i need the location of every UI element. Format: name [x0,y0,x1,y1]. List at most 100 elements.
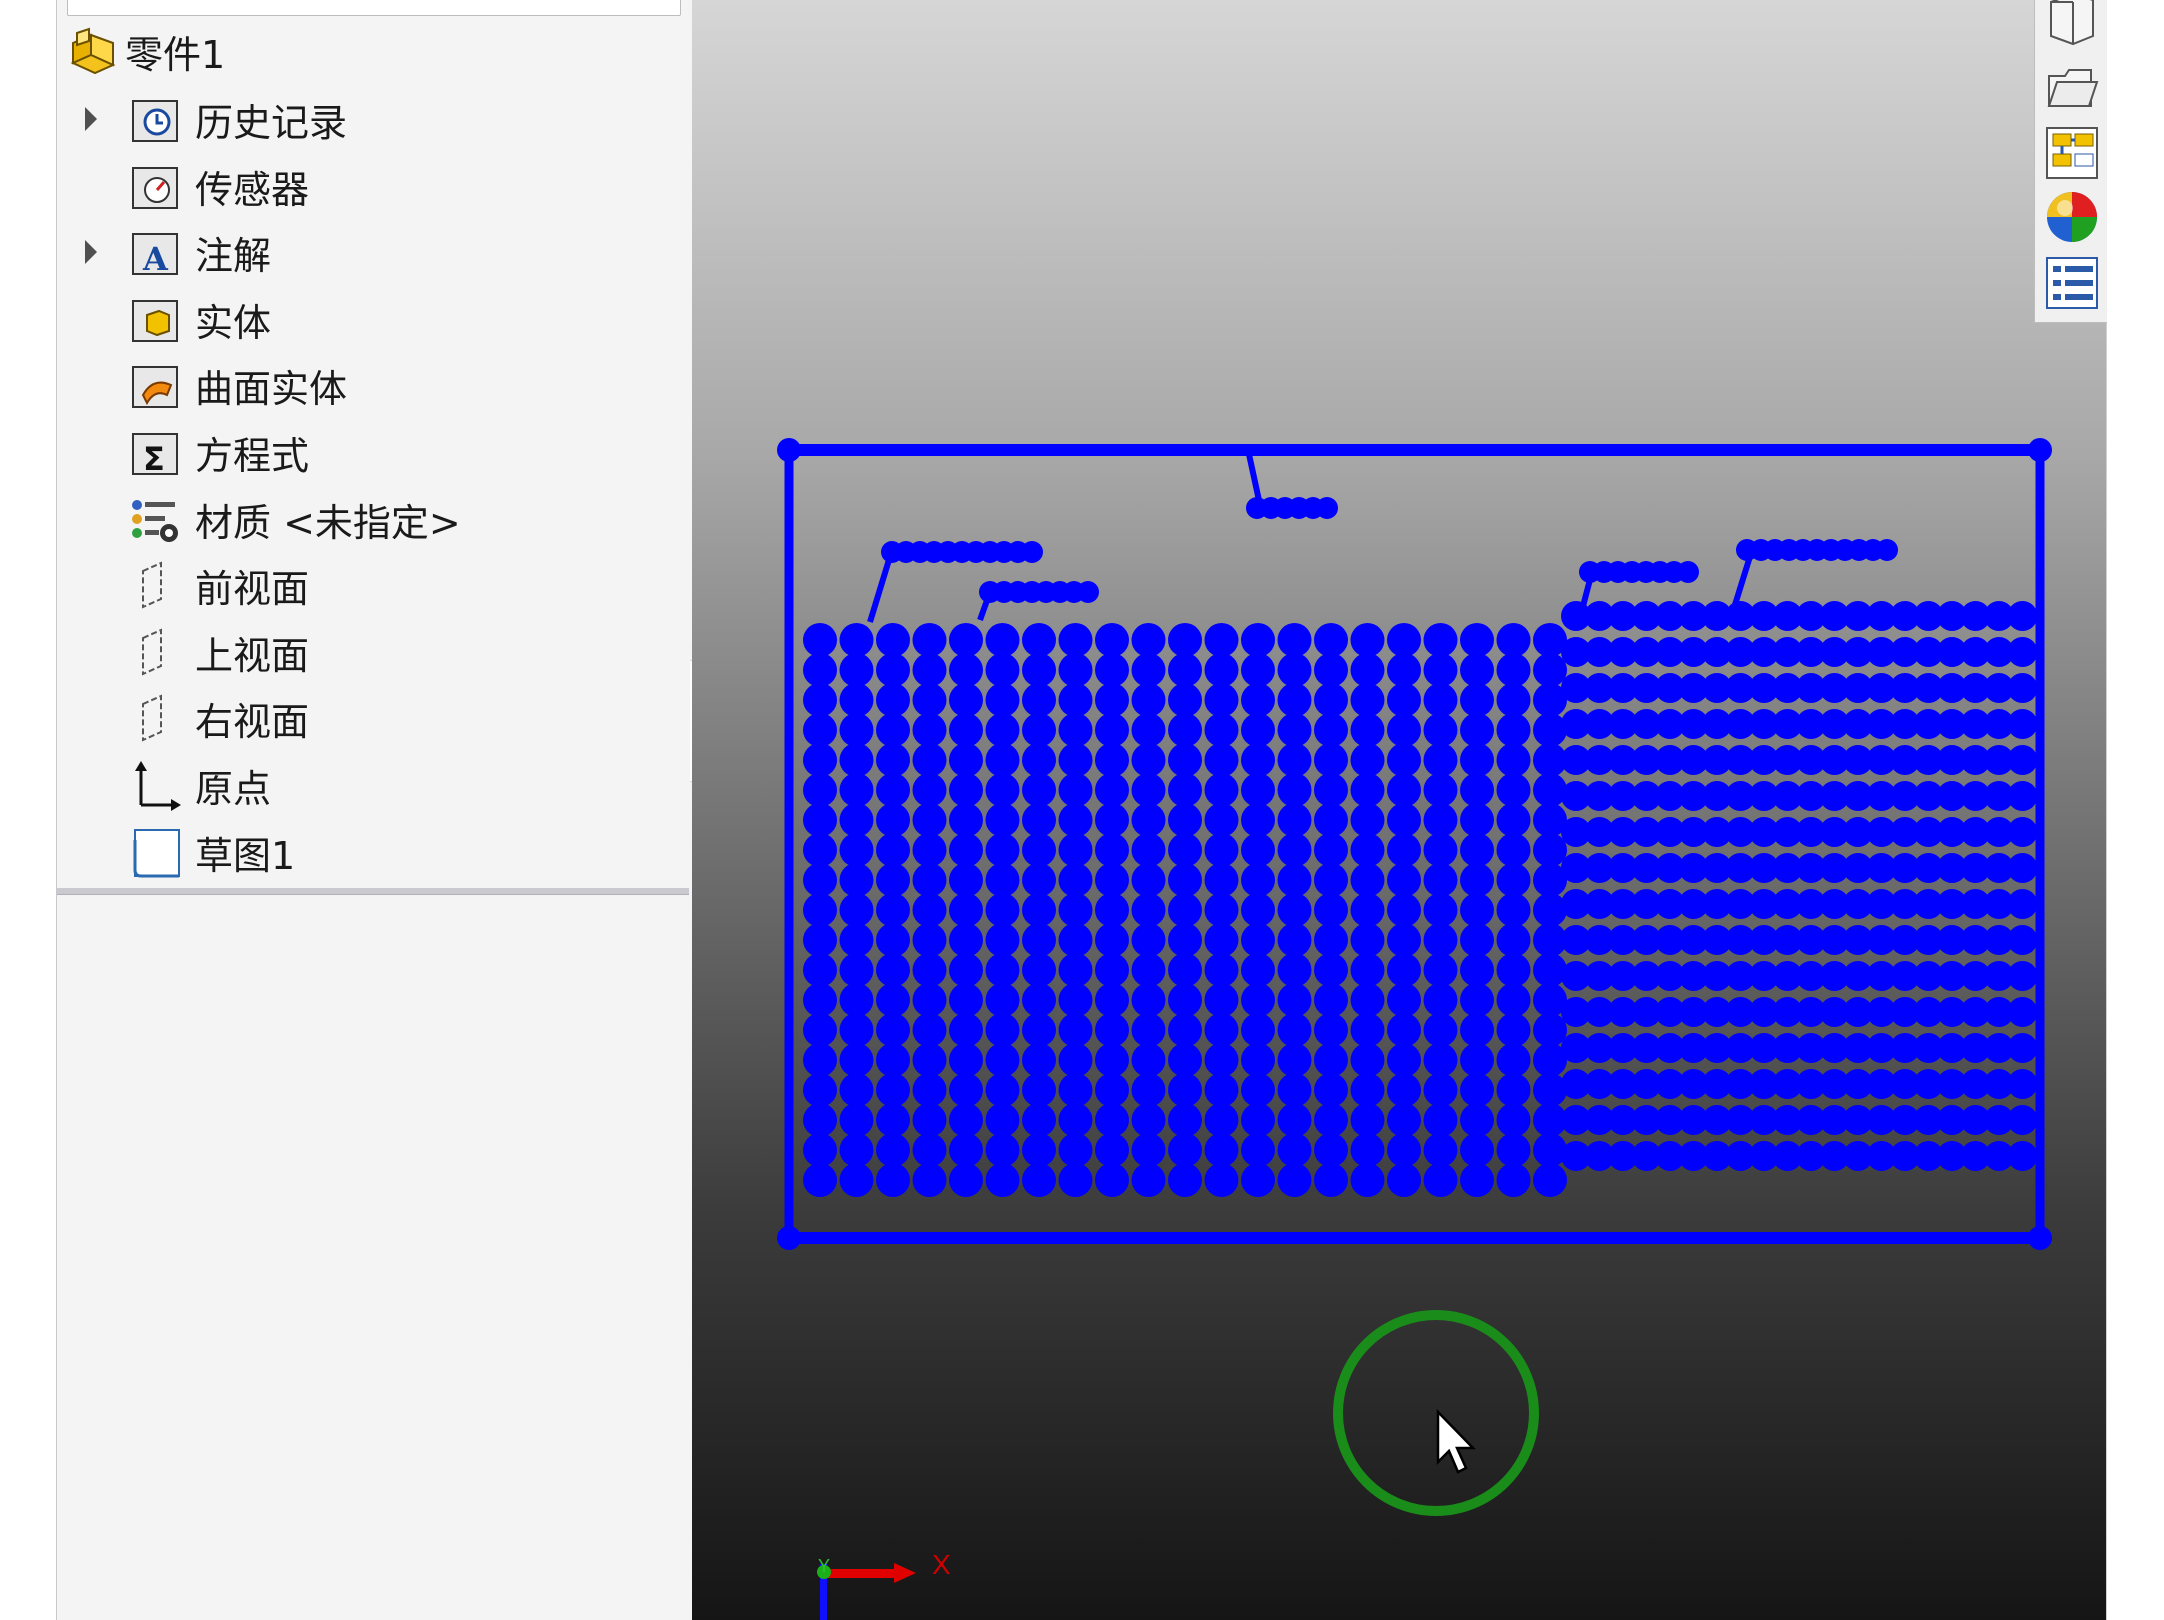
sketch-circle[interactable] [1168,1163,1202,1197]
sketch-circle[interactable] [1460,803,1494,837]
sketch-circle[interactable] [1131,1103,1166,1137]
sketch-circle[interactable] [876,1043,910,1077]
sketch-circle[interactable] [1314,833,1348,867]
sketch-circle[interactable] [1277,683,1312,717]
sketch-circle[interactable] [912,623,947,657]
sketch-corner-point[interactable] [777,438,801,462]
sketch-circle[interactable] [1168,683,1202,717]
sketch-circle[interactable] [1350,1163,1385,1197]
sketch-circle[interactable] [912,713,947,747]
sketch-circle[interactable] [1423,1043,1458,1077]
sketch-circle[interactable] [1058,623,1093,657]
sketch-circle[interactable] [1314,713,1348,747]
sketch-circle[interactable] [1387,1043,1421,1077]
sketch-circle[interactable] [1423,953,1458,987]
sketch-circle[interactable] [949,653,983,687]
sketch-circle[interactable] [1496,923,1531,957]
sketch-circle[interactable] [1423,1013,1458,1047]
sketch-circle[interactable] [803,743,837,777]
sketch-circle[interactable] [876,1073,910,1107]
sketch-circle[interactable] [803,683,837,717]
sketch-circle[interactable] [1496,863,1531,897]
sketch-circle[interactable] [2007,1141,2038,1171]
expand-arrow-icon[interactable] [85,240,97,264]
sketch-circle[interactable] [1095,863,1129,897]
sketch-circle[interactable] [1241,923,1275,957]
sketch-circle[interactable] [1095,923,1129,957]
sketch-circle[interactable] [949,683,983,717]
sketch-circle[interactable] [1168,743,1202,777]
sketch-circle[interactable] [839,1133,874,1167]
sketch-circle[interactable] [1533,1013,1567,1047]
sketch-circle[interactable] [985,1043,1020,1077]
sketch-circle[interactable] [876,1103,910,1137]
sketch-circle[interactable] [1496,773,1531,807]
sketch-circle[interactable] [985,623,1020,657]
sketch-circle[interactable] [1533,953,1567,987]
sketch-circle[interactable] [1058,803,1093,837]
sketch-circle[interactable] [985,773,1020,807]
sketch-circle[interactable] [1460,1013,1494,1047]
sketch-circle[interactable] [1496,893,1531,927]
sketch-circle[interactable] [1533,893,1567,927]
sketch-circle[interactable] [985,983,1020,1017]
sketch-circle[interactable] [1350,1133,1385,1167]
sketch-circle[interactable] [1241,743,1275,777]
sketch-circle[interactable] [1460,863,1494,897]
sketch-circle[interactable] [1204,623,1239,657]
sketch-circle[interactable] [912,1013,947,1047]
sketch-circle[interactable] [949,803,983,837]
sketch-circle[interactable] [1350,683,1385,717]
sketch-circle[interactable] [1095,773,1129,807]
tree-item[interactable]: 右视面 [129,687,309,749]
sketch-circle[interactable] [876,1163,910,1197]
sketch-circle[interactable] [1496,683,1531,717]
sketch-circle[interactable] [1204,893,1239,927]
sketch-circle[interactable] [1204,1043,1239,1077]
sketch-circle[interactable] [1350,1073,1385,1107]
sketch-circle[interactable] [1314,893,1348,927]
sketch-circle[interactable] [803,953,837,987]
sketch-circle[interactable] [985,803,1020,837]
sketch-circle[interactable] [803,1163,837,1197]
sketch-circle[interactable] [1387,653,1421,687]
sketch-circle[interactable] [2007,709,2038,739]
sketch-circle[interactable] [1241,1073,1275,1107]
sketch-circle[interactable] [949,863,983,897]
sketch-circle[interactable] [1423,1073,1458,1107]
sketch-circle[interactable] [1423,983,1458,1017]
sketch-circle[interactable] [1277,953,1312,987]
sketch-circle[interactable] [1204,863,1239,897]
sketch-circle[interactable] [1241,983,1275,1017]
sketch-note-glyph[interactable] [1316,497,1338,519]
sketch-circle[interactable] [1533,653,1567,687]
sketch-circle[interactable] [803,1013,837,1047]
sketch-circle[interactable] [1314,743,1348,777]
sketch-circle[interactable] [1168,623,1202,657]
sketch-circle[interactable] [1277,1073,1312,1107]
sketch-circle[interactable] [1095,803,1129,837]
sketch-circle[interactable] [1095,653,1129,687]
tree-root-part[interactable]: 零件1 [67,20,225,82]
sketch-circle[interactable] [1314,1073,1348,1107]
sketch-circle[interactable] [1423,623,1458,657]
sketch-circle[interactable] [1204,803,1239,837]
sketch-circle[interactable] [1423,923,1458,957]
sketch-circle[interactable] [1314,1163,1348,1197]
sketch-circle[interactable] [1131,983,1166,1017]
sketch-circle[interactable] [1095,953,1129,987]
sketch-circle[interactable] [1095,1163,1129,1197]
sketch-circle[interactable] [1241,863,1275,897]
sketch-circle[interactable] [1168,863,1202,897]
sketch-circle[interactable] [949,833,983,867]
sketch-circle[interactable] [1168,1073,1202,1107]
sketch-circle[interactable] [1131,1163,1166,1197]
sketch-circle[interactable] [839,773,874,807]
sketch-circle[interactable] [1314,683,1348,717]
sketch-circle[interactable] [1058,983,1093,1017]
sketch-circle[interactable] [949,1073,983,1107]
sketch-circle[interactable] [1095,1043,1129,1077]
sketch-circle[interactable] [1241,833,1275,867]
sketch-circle[interactable] [1314,953,1348,987]
sketch-note-glyph[interactable] [1021,541,1043,563]
